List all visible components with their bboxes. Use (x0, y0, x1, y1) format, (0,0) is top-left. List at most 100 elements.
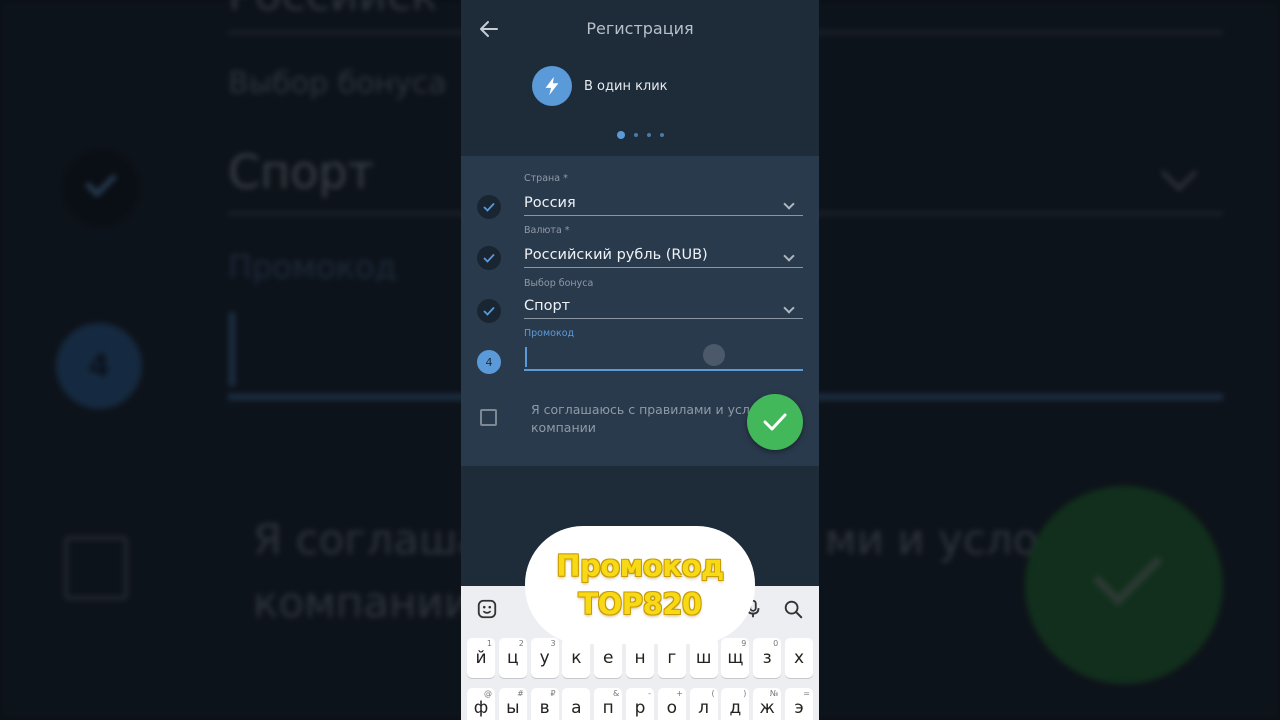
registration-method-label: В один клик (584, 78, 668, 94)
emoji-icon[interactable] (476, 598, 498, 620)
confirm-button[interactable] (747, 394, 803, 450)
keyboard-key-hint: ₽ (550, 689, 556, 698)
step-check-icon (477, 195, 501, 219)
keyboard-key[interactable]: у3 (530, 638, 559, 678)
pager-dot[interactable] (659, 133, 664, 137)
keyboard-key[interactable]: а (562, 688, 591, 720)
keyboard-key-label: й (475, 648, 487, 668)
keyboard-key[interactable]: о + (657, 688, 686, 720)
keyboard-key-label: ц (507, 648, 519, 668)
keyboard-key-label: п (602, 698, 614, 718)
keyboard-key-hint: 3 (550, 639, 556, 648)
keyboard-key-label: з (762, 648, 772, 668)
chevron-down-icon[interactable] (783, 250, 795, 262)
keyboard-key-label: у (539, 648, 550, 668)
keyboard-key[interactable]: щ9 (721, 638, 750, 678)
currency-label: Валюта * (524, 225, 570, 236)
registration-method[interactable]: В один клик (532, 66, 668, 106)
pager-dot[interactable] (633, 133, 638, 137)
promo-input[interactable] (524, 348, 803, 370)
keyboard-key-label: е (602, 648, 614, 668)
keyboard-key[interactable]: ш (689, 638, 718, 678)
keyboard-key-hint: - (648, 689, 651, 698)
country-label: Страна * (524, 173, 568, 184)
keyboard-key-label: н (634, 648, 646, 668)
keyboard-key-label: к (571, 648, 582, 668)
keyboard-key[interactable]: р- (626, 688, 654, 720)
keyboard-key[interactable]: з0 (753, 638, 782, 678)
promo-banner-title: Промокод (556, 549, 724, 583)
keyboard-key-label: г (667, 648, 677, 668)
promo-banner: Промокод TOP820 (525, 526, 755, 644)
promo-banner-code: TOP820 (578, 587, 702, 621)
country-underline (524, 215, 803, 216)
keyboard-key-label: л (698, 698, 710, 718)
keyboard-key[interactable]: ж № (753, 688, 782, 720)
text-caret (525, 347, 527, 367)
currency-underline (524, 267, 803, 268)
keyboard-key-label: о (666, 698, 677, 718)
pager-dot-active[interactable] (616, 131, 625, 139)
page-title: Регистрация (586, 19, 694, 38)
pager-dot[interactable] (646, 133, 651, 137)
keyboard-key-hint: & (612, 689, 620, 698)
keyboard-key[interactable]: п & (594, 688, 623, 720)
keyboard-key-label: р (634, 698, 646, 718)
agree-text: Я соглашаюсь с правилами и условиями ком… (531, 401, 761, 437)
keyboard-key-hint: # (517, 689, 524, 698)
keyboard-key[interactable]: э = (785, 688, 813, 720)
keyboard-key-label: а (571, 698, 582, 718)
lightning-icon (532, 66, 572, 106)
keyboard-key-label: э (794, 698, 804, 718)
checkmark-icon (763, 413, 787, 431)
currency-select[interactable]: Российский рубль (RUB) (524, 247, 708, 263)
keyboard-key-label: д (729, 698, 742, 718)
keyboard-key[interactable]: е (594, 638, 623, 678)
keyboard-key-label: щ (727, 648, 744, 668)
agree-text-line: Я соглашаюсь с правилами и условиями (531, 402, 761, 417)
keyboard-key[interactable]: ы # (498, 688, 527, 720)
keyboard-key[interactable]: г (657, 638, 686, 678)
keyboard-key[interactable]: д) (721, 688, 750, 720)
keyboard-key[interactable]: ц2 (498, 638, 527, 678)
keyboard-key-hint: + (676, 689, 683, 698)
bonus-underline (524, 318, 803, 319)
search-icon[interactable] (782, 598, 804, 620)
agree-text-line: компании (531, 420, 596, 435)
keyboard-key-hint: 1 (486, 639, 492, 648)
step-number-badge: 4 (477, 350, 501, 374)
keyboard-key-hint: ) (743, 689, 747, 698)
touch-indicator (703, 344, 725, 366)
keyboard-key-label: ы (506, 698, 520, 718)
keyboard-key-label: в (539, 698, 550, 718)
keyboard-key-label: ж (759, 698, 775, 718)
app-header: Регистрация (461, 0, 819, 58)
keyboard-key[interactable]: к (562, 638, 591, 678)
keyboard-key[interactable]: ф @ (467, 688, 495, 720)
keyboard-key-label: х (793, 648, 805, 668)
keyboard-key-label: ф (473, 698, 489, 718)
keyboard-key-label: ш (695, 648, 712, 668)
keyboard-key-hint: 2 (518, 639, 524, 648)
keyboard-key-hint: ( (711, 689, 715, 698)
bonus-select[interactable]: Спорт (524, 298, 570, 314)
keyboard-key[interactable]: в ₽ (530, 688, 559, 720)
country-select[interactable]: Россия (524, 195, 576, 211)
agree-checkbox[interactable] (480, 409, 497, 426)
promo-label: Промокод (524, 328, 575, 339)
chevron-down-icon[interactable] (783, 302, 795, 314)
screen: Российск Выбор бонуса Спорт Промокод 4 Я… (0, 0, 1280, 720)
keyboard-key-hint: = (803, 689, 810, 698)
keyboard-key[interactable]: л( (689, 688, 718, 720)
registration-form: Страна * Россия Валюта * Российский рубл… (461, 156, 819, 466)
keyboard-key[interactable]: н (626, 638, 654, 678)
step-check-icon (477, 246, 501, 270)
keyboard-key-hint: № (769, 689, 779, 698)
chevron-down-icon[interactable] (783, 198, 795, 210)
keyboard-key-hint: @ (484, 689, 492, 698)
step-check-icon (477, 299, 501, 323)
pager-dots (461, 131, 819, 139)
keyboard-key[interactable]: й1 (467, 638, 495, 678)
keyboard-key[interactable]: х (785, 638, 813, 678)
keyboard-key-hint: 0 (773, 639, 779, 648)
